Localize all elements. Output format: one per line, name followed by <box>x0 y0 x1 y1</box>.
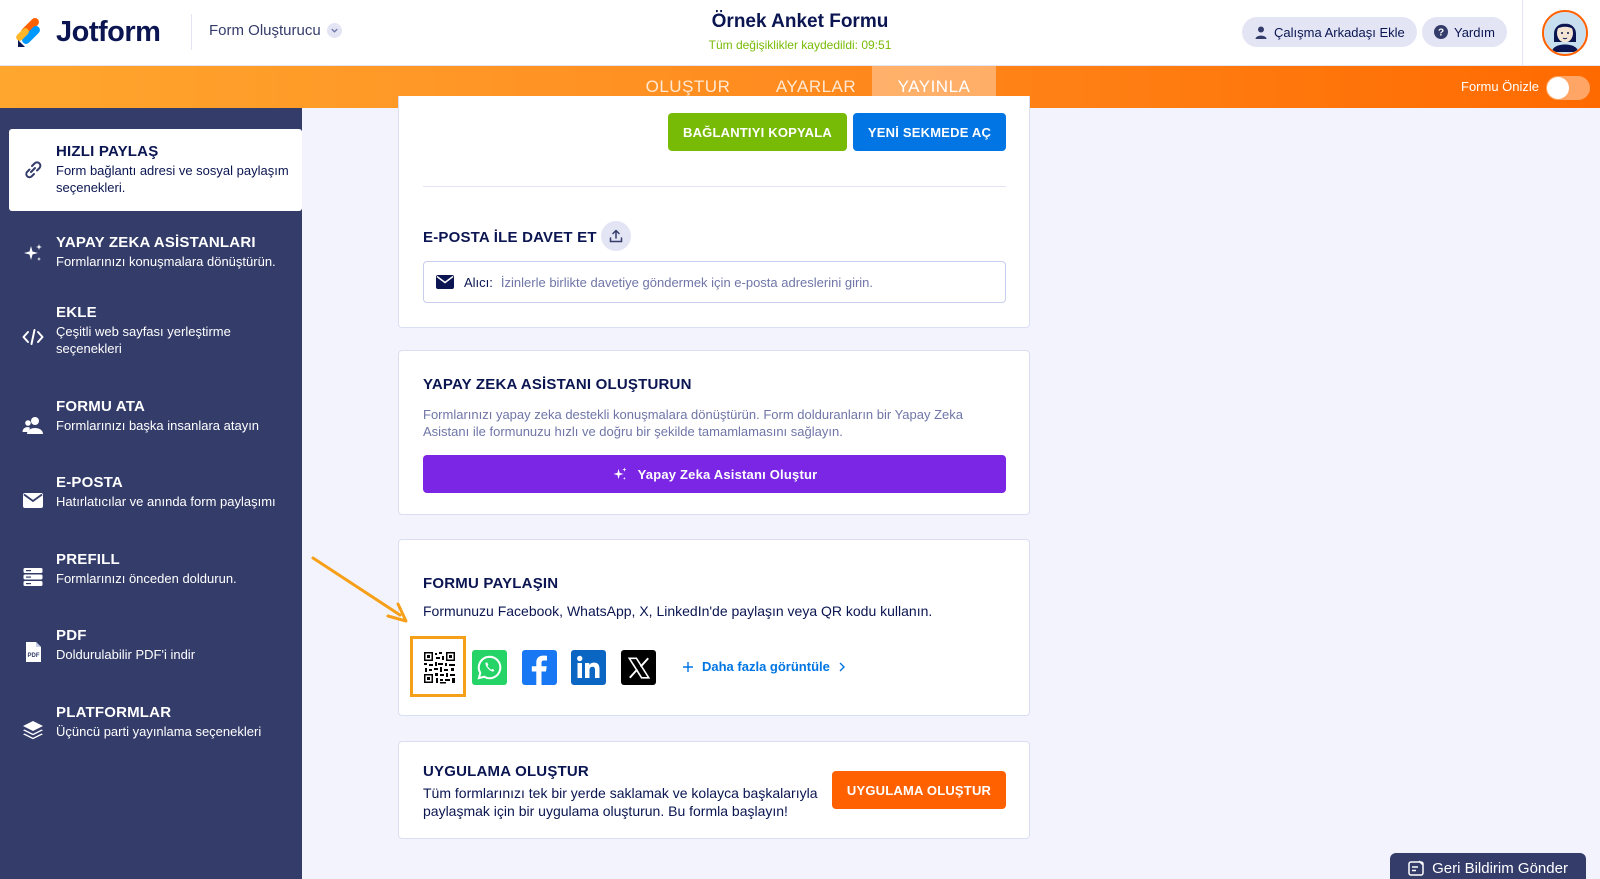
toggle-knob <box>1547 77 1569 99</box>
user-icon <box>1254 25 1268 39</box>
send-feedback-button[interactable]: Geri Bildirim Gönder <box>1390 853 1586 879</box>
chevron-right-icon <box>839 662 845 671</box>
sidebar-item-embed[interactable]: EKLE Çeşitli web sayfası yerleştirme seç… <box>0 304 302 368</box>
sidebar-item-desc: Doldurulabilir PDF'i indir <box>56 647 196 662</box>
create-app-card: UYGULAMA OLUŞTUR Tüm formlarınızı tek bi… <box>398 741 1030 839</box>
code-icon <box>22 329 44 345</box>
facebook-share-button[interactable] <box>522 650 557 685</box>
send-feedback-label: Geri Bildirim Gönder <box>1432 859 1568 877</box>
sidebar-item-desc: Hatırlatıcılar ve anında form paylaşımı <box>56 494 276 509</box>
sidebar-item-desc: Formlarınızı başka insanlara atayın <box>56 418 260 433</box>
linkedin-icon <box>577 655 600 678</box>
sidebar-item-platforms[interactable]: PLATFORMLAR Üçüncü parti yayınlama seçen… <box>0 704 302 748</box>
annotation-arrow <box>311 556 408 623</box>
mail-icon <box>436 275 454 289</box>
users-icon <box>22 417 43 434</box>
x-icon <box>627 656 650 679</box>
show-more-label: Daha fazla görüntüle <box>702 659 830 674</box>
help-icon: ? <box>1434 25 1448 39</box>
invite-by-email-title: E-POSTA İLE DAVET ET <box>423 229 597 246</box>
sparkle-icon <box>613 467 627 480</box>
sidebar-item-desc: Formlarınızı konuşmalara dönüştürün. <box>56 254 276 269</box>
pdf-icon: PDF <box>26 642 41 662</box>
add-collaborator-label: Çalışma Arkadaşı Ekle <box>1274 24 1405 40</box>
preview-toggle[interactable] <box>1546 76 1590 100</box>
preview-form-label: Formu Önizle <box>1461 79 1540 94</box>
share-form-desc: Formunuzu Facebook, WhatsApp, X, LinkedI… <box>423 603 933 619</box>
sidebar-item-title: YAPAY ZEKA ASİSTANLARI <box>56 234 256 251</box>
add-collaborator-button[interactable]: Çalışma Arkadaşı Ekle <box>1242 17 1417 47</box>
show-more-link[interactable]: Daha fazla görüntüle <box>682 659 846 674</box>
whatsapp-share-button[interactable] <box>472 650 507 685</box>
feedback-icon <box>1408 860 1424 876</box>
section-divider <box>423 186 1006 187</box>
sidebar-item-title: EKLE <box>56 304 97 321</box>
prefill-icon <box>23 568 43 586</box>
avatar-illustration <box>1544 12 1586 54</box>
ai-assistant-desc: Formlarınızı yapay zeka destekli konuşma… <box>423 407 964 439</box>
svg-text:?: ? <box>1438 28 1444 39</box>
sidebar-item-email[interactable]: E-POSTA Hatırlatıcılar ve anında form pa… <box>0 474 302 518</box>
ai-assistant-title: YAPAY ZEKA ASİSTANI OLUŞTURUN <box>423 376 692 393</box>
header-divider-right <box>1522 0 1523 66</box>
sidebar-item-desc: Çeşitli web sayfası yerleştirme seçenekl… <box>56 324 231 356</box>
create-app-title: UYGULAMA OLUŞTUR <box>423 763 589 780</box>
copy-link-button[interactable]: BAĞLANTIYI KOPYALA <box>668 113 847 151</box>
whatsapp-icon <box>477 655 502 680</box>
facebook-icon <box>531 655 547 685</box>
publish-sidebar: HIZLI PAYLAŞ Form bağlantı adresi ve sos… <box>0 108 302 879</box>
sidebar-item-ai-assistants[interactable]: YAPAY ZEKA ASİSTANLARI Formlarınızı konu… <box>0 226 302 286</box>
ai-assistant-card: YAPAY ZEKA ASİSTANI OLUŞTURUN Formlarını… <box>398 350 1030 515</box>
top-header: Jotform Form Oluşturucu Örnek Anket Form… <box>0 0 1600 66</box>
sidebar-item-title: PREFILL <box>56 551 120 568</box>
linkedin-share-button[interactable] <box>571 650 606 685</box>
sidebar-item-pdf[interactable]: PDF PDF Doldurulabilir PDF'i indir <box>0 627 302 671</box>
open-new-tab-button[interactable]: YENİ SEKMEDE AÇ <box>853 113 1006 151</box>
recipient-label: Alıcı: <box>464 274 493 290</box>
share-form-title: FORMU PAYLAŞIN <box>423 575 559 592</box>
recipient-placeholder: İzinlerle birlikte davetiye göndermek iç… <box>500 274 874 290</box>
sidebar-item-prefill[interactable]: PREFILL Formlarınızı önceden doldurun. <box>0 551 302 595</box>
sidebar-item-desc: Formlarınızı önceden doldurun. <box>56 571 237 586</box>
sidebar-item-title: PLATFORMLAR <box>56 704 172 721</box>
sidebar-item-title: FORMU ATA <box>56 398 146 415</box>
sidebar-item-quick-share[interactable]: HIZLI PAYLAŞ Form bağlantı adresi ve sos… <box>9 129 302 211</box>
create-ai-assistant-label: Yapay Zeka Asistanı Oluştur <box>637 466 818 482</box>
qr-highlight-box <box>410 636 466 697</box>
help-label: Yardım <box>1454 24 1495 40</box>
mail-icon <box>23 493 43 508</box>
sidebar-item-title: PDF <box>56 627 87 644</box>
recipient-input[interactable]: Alıcı: İzinlerle birlikte davetiye gönde… <box>423 261 1006 303</box>
link-icon <box>25 161 42 179</box>
sidebar-item-assign-form[interactable]: FORMU ATA Formlarınızı başka insanlara a… <box>0 398 302 442</box>
sidebar-item-desc: Üçüncü parti yayınlama seçenekleri <box>56 724 262 739</box>
plus-icon <box>683 661 693 672</box>
create-app-button[interactable]: UYGULAMA OLUŞTUR <box>832 771 1006 809</box>
sidebar-item-desc: Form bağlantı adresi ve sosyal paylaşım … <box>56 163 289 195</box>
share-form-card: FORMU PAYLAŞIN Formunuzu Facebook, Whats… <box>398 539 1030 716</box>
help-button[interactable]: ? Yardım <box>1422 17 1507 47</box>
x-share-button[interactable] <box>621 650 656 685</box>
sparkle-icon <box>24 244 42 261</box>
create-app-desc: Tüm formlarınızı tek bir yerde saklamak … <box>423 785 818 819</box>
sidebar-item-title: E-POSTA <box>56 474 123 491</box>
upload-icon <box>609 229 623 243</box>
layers-icon <box>23 721 43 740</box>
upload-button[interactable] <box>601 221 631 251</box>
create-ai-assistant-button[interactable]: Yapay Zeka Asistanı Oluştur <box>423 455 1006 493</box>
svg-text:PDF: PDF <box>28 653 40 659</box>
sidebar-item-title: HIZLI PAYLAŞ <box>56 143 159 160</box>
quick-share-link-card: BAĞLANTIYI KOPYALA YENİ SEKMEDE AÇ E-POS… <box>398 96 1030 328</box>
avatar[interactable] <box>1542 10 1588 56</box>
